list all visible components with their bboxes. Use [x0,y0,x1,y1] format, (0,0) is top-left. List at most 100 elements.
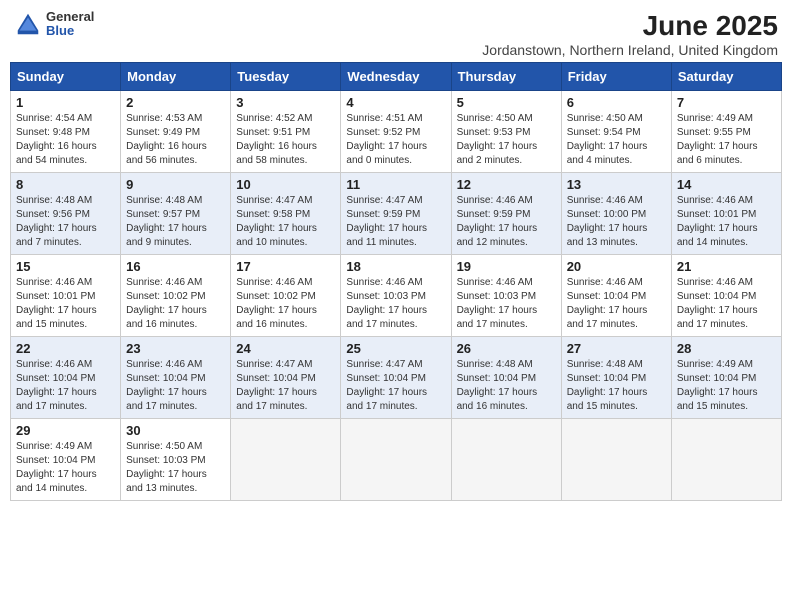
day-number: 14 [677,177,776,192]
day-number: 12 [457,177,556,192]
day-info: Sunrise: 4:50 AM Sunset: 9:53 PM Dayligh… [457,112,556,168]
calendar-cell: 23Sunrise: 4:46 AM Sunset: 10:04 PM Dayl… [121,337,231,419]
day-info: Sunrise: 4:46 AM Sunset: 9:59 PM Dayligh… [457,194,556,250]
calendar-cell: 4 Sunrise: 4:51 AM Sunset: 9:52 PM Daylig… [341,91,451,173]
day-number: 21 [677,259,776,274]
calendar-cell: 27 Sunrise: 4:48 AM Sunset: 10:04 PM Dayl… [561,337,671,419]
page-header: General Blue June 2025 Jordanstown, Nort… [10,10,782,58]
header-wednesday: Wednesday [341,63,451,91]
day-info: Sunrise: 4:50 AM Sunset: 10:03 PM Daylig… [126,440,225,496]
day-number: 13 [567,177,666,192]
calendar-cell: 9 Sunrise: 4:48 AM Sunset: 9:57 PM Daylig… [121,173,231,255]
day-number: 2 [126,95,225,110]
day-number: 26 [457,341,556,356]
day-info: Sunrise: 4:49 AM Sunset: 10:04 PM Daylig… [16,440,115,496]
calendar-cell: 1 Sunrise: 4:54 AM Sunset: 9:48 PM Daylig… [11,91,121,173]
calendar-cell: 3Sunrise: 4:52 AM Sunset: 9:51 PM Daylig… [231,91,341,173]
calendar-cell: 21 Sunrise: 4:46 AM Sunset: 10:04 PM Dayl… [671,255,781,337]
day-info: Sunrise: 4:49 AM Sunset: 10:04 PM Daylig… [677,358,776,414]
calendar-cell: 6Sunrise: 4:50 AM Sunset: 9:54 PM Daylig… [561,91,671,173]
calendar-cell [671,419,781,501]
day-number: 9 [126,177,225,192]
logo-icon [14,10,42,38]
calendar-table: SundayMondayTuesdayWednesdayThursdayFrid… [10,62,782,501]
day-number: 15 [16,259,115,274]
day-number: 16 [126,259,225,274]
calendar-cell: 18 Sunrise: 4:46 AM Sunset: 10:03 PM Dayl… [341,255,451,337]
day-info: Sunrise: 4:48 AM Sunset: 10:04 PM Daylig… [567,358,666,414]
calendar-cell: 11 Sunrise: 4:47 AM Sunset: 9:59 PM Dayli… [341,173,451,255]
day-info: Sunrise: 4:46 AM Sunset: 10:03 PM Daylig… [457,276,556,332]
day-number: 22 [16,341,115,356]
day-number: 10 [236,177,335,192]
day-info: Sunrise: 4:49 AM Sunset: 9:55 PM Dayligh… [677,112,776,168]
calendar-week-5: 29Sunrise: 4:49 AM Sunset: 10:04 PM Dayl… [11,419,782,501]
day-number: 25 [346,341,445,356]
calendar-cell [341,419,451,501]
header-friday: Friday [561,63,671,91]
calendar-header-row: SundayMondayTuesdayWednesdayThursdayFrid… [11,63,782,91]
calendar-cell: 28Sunrise: 4:49 AM Sunset: 10:04 PM Dayl… [671,337,781,419]
day-info: Sunrise: 4:46 AM Sunset: 10:04 PM Daylig… [16,358,115,414]
day-number: 5 [457,95,556,110]
calendar-cell: 5 Sunrise: 4:50 AM Sunset: 9:53 PM Daylig… [451,91,561,173]
calendar-cell: 19Sunrise: 4:46 AM Sunset: 10:03 PM Dayl… [451,255,561,337]
logo-general-text: General [46,10,94,24]
calendar-week-1: 1 Sunrise: 4:54 AM Sunset: 9:48 PM Daylig… [11,91,782,173]
day-info: Sunrise: 4:47 AM Sunset: 10:04 PM Daylig… [346,358,445,414]
logo: General Blue [14,10,94,39]
day-number: 30 [126,423,225,438]
calendar-cell: 17 Sunrise: 4:46 AM Sunset: 10:02 PM Dayl… [231,255,341,337]
calendar-cell: 25 Sunrise: 4:47 AM Sunset: 10:04 PM Dayl… [341,337,451,419]
calendar-cell: 26 Sunrise: 4:48 AM Sunset: 10:04 PM Dayl… [451,337,561,419]
calendar-cell: 7 Sunrise: 4:49 AM Sunset: 9:55 PM Daylig… [671,91,781,173]
day-info: Sunrise: 4:54 AM Sunset: 9:48 PM Dayligh… [16,112,115,168]
day-info: Sunrise: 4:47 AM Sunset: 9:58 PM Dayligh… [236,194,335,250]
logo-text: General Blue [46,10,94,39]
day-info: Sunrise: 4:46 AM Sunset: 10:02 PM Daylig… [126,276,225,332]
day-number: 27 [567,341,666,356]
calendar-cell [231,419,341,501]
day-number: 11 [346,177,445,192]
day-number: 23 [126,341,225,356]
calendar-cell: 2 Sunrise: 4:53 AM Sunset: 9:49 PM Daylig… [121,91,231,173]
calendar-week-3: 15 Sunrise: 4:46 AM Sunset: 10:01 PM Dayl… [11,255,782,337]
calendar-cell: 10 Sunrise: 4:47 AM Sunset: 9:58 PM Dayli… [231,173,341,255]
calendar-cell: 14 Sunrise: 4:46 AM Sunset: 10:01 PM Dayl… [671,173,781,255]
day-number: 18 [346,259,445,274]
header-saturday: Saturday [671,63,781,91]
calendar-cell: 24Sunrise: 4:47 AM Sunset: 10:04 PM Dayl… [231,337,341,419]
day-number: 17 [236,259,335,274]
calendar-cell: 8 Sunrise: 4:48 AM Sunset: 9:56 PM Daylig… [11,173,121,255]
day-info: Sunrise: 4:47 AM Sunset: 10:04 PM Daylig… [236,358,335,414]
calendar-cell: 12 Sunrise: 4:46 AM Sunset: 9:59 PM Dayli… [451,173,561,255]
day-info: Sunrise: 4:48 AM Sunset: 9:57 PM Dayligh… [126,194,225,250]
day-info: Sunrise: 4:46 AM Sunset: 10:02 PM Daylig… [236,276,335,332]
subtitle: Jordanstown, Northern Ireland, United Ki… [482,42,778,58]
day-number: 4 [346,95,445,110]
header-thursday: Thursday [451,63,561,91]
day-number: 7 [677,95,776,110]
header-tuesday: Tuesday [231,63,341,91]
calendar-cell: 30 Sunrise: 4:50 AM Sunset: 10:03 PM Dayl… [121,419,231,501]
day-info: Sunrise: 4:53 AM Sunset: 9:49 PM Dayligh… [126,112,225,168]
day-info: Sunrise: 4:48 AM Sunset: 10:04 PM Daylig… [457,358,556,414]
day-info: Sunrise: 4:46 AM Sunset: 10:03 PM Daylig… [346,276,445,332]
day-number: 8 [16,177,115,192]
calendar-cell: 29Sunrise: 4:49 AM Sunset: 10:04 PM Dayl… [11,419,121,501]
calendar-cell: 16 Sunrise: 4:46 AM Sunset: 10:02 PM Dayl… [121,255,231,337]
day-number: 3 [236,95,335,110]
header-monday: Monday [121,63,231,91]
header-sunday: Sunday [11,63,121,91]
day-info: Sunrise: 4:46 AM Sunset: 10:00 PM Daylig… [567,194,666,250]
day-info: Sunrise: 4:50 AM Sunset: 9:54 PM Dayligh… [567,112,666,168]
day-number: 1 [16,95,115,110]
day-info: Sunrise: 4:46 AM Sunset: 10:01 PM Daylig… [677,194,776,250]
day-info: Sunrise: 4:46 AM Sunset: 10:04 PM Daylig… [677,276,776,332]
day-info: Sunrise: 4:51 AM Sunset: 9:52 PM Dayligh… [346,112,445,168]
day-info: Sunrise: 4:48 AM Sunset: 9:56 PM Dayligh… [16,194,115,250]
day-info: Sunrise: 4:47 AM Sunset: 9:59 PM Dayligh… [346,194,445,250]
day-info: Sunrise: 4:46 AM Sunset: 10:01 PM Daylig… [16,276,115,332]
calendar-week-4: 22 Sunrise: 4:46 AM Sunset: 10:04 PM Dayl… [11,337,782,419]
calendar-cell: 20Sunrise: 4:46 AM Sunset: 10:04 PM Dayl… [561,255,671,337]
